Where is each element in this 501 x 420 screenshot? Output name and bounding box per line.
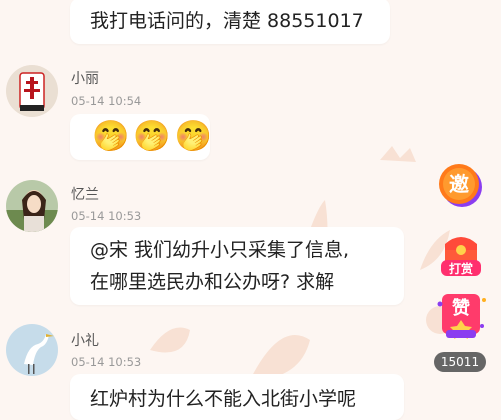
sender-name[interactable]: 小礼 <box>71 330 99 350</box>
message-time: 05-14 10:53 <box>71 355 142 369</box>
message-bubble[interactable]: 我打电话问的，清楚 88551017 <box>70 0 390 44</box>
avatar-image <box>6 324 58 376</box>
sender-name[interactable]: 小丽 <box>71 68 99 88</box>
emoji-icon: 🤭 <box>92 119 130 154</box>
message-text-line: 在哪里选民办和公办呀? 求解 <box>90 271 335 293</box>
sender-name[interactable]: 忆兰 <box>71 184 99 204</box>
avatar[interactable] <box>6 324 58 376</box>
emoji-icon: 🤭 <box>133 119 171 154</box>
message-text-line: @宋 我们幼升小只采集了信息, <box>90 239 350 261</box>
reward-label: 打赏 <box>448 262 473 276</box>
avatar-image <box>6 180 58 232</box>
avatar-image <box>6 65 58 117</box>
message-text: 我打电话问的，清楚 88551017 <box>90 10 364 32</box>
message-bubble[interactable]: 🤭 🤭 🤭 <box>70 114 212 160</box>
emoji-icon: 🤭 <box>174 119 213 154</box>
message-bubble[interactable]: 红炉村为什么不能入北街小学呢 <box>70 374 404 420</box>
like-label: 赞 <box>452 298 470 319</box>
like-count: 15011 <box>434 352 486 372</box>
avatar[interactable] <box>6 180 58 232</box>
reward-button[interactable]: 打赏 <box>437 232 485 280</box>
like-button[interactable]: 赞 <box>432 292 490 344</box>
avatar[interactable] <box>6 65 58 117</box>
invite-button[interactable]: 邀 <box>435 160 485 210</box>
message-time: 05-14 10:53 <box>71 209 142 223</box>
message-bubble[interactable]: @宋 我们幼升小只采集了信息, 在哪里选民办和公办呀? 求解 <box>70 227 404 305</box>
invite-label: 邀 <box>449 172 469 196</box>
emoji-row: 🤭 🤭 🤭 <box>92 119 212 155</box>
message-time: 05-14 10:54 <box>71 94 142 108</box>
message-text: 红炉村为什么不能入北街小学呢 <box>90 388 357 410</box>
